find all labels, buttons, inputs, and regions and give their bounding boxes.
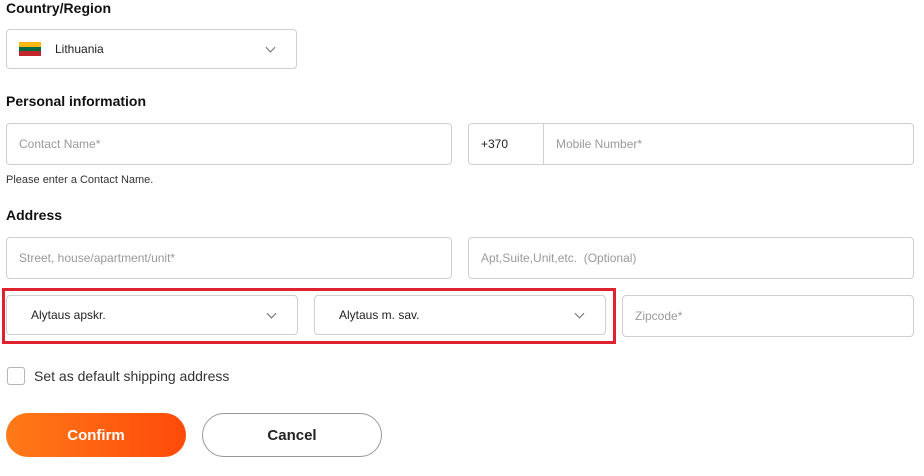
country-select[interactable]: Lithuania [6,29,297,69]
street-placeholder: Street, house/apartment/unit* [19,251,176,265]
mobile-number-input[interactable]: Mobile Number* [544,124,913,164]
default-shipping-label[interactable]: Set as default shipping address [34,367,229,385]
mobile-number-placeholder: Mobile Number* [556,137,643,151]
phone-code-value: +370 [481,137,509,151]
apt-suite-placeholder: Apt,Suite,Unit,etc. (Optional) [481,251,637,265]
chevron-down-icon [265,42,276,53]
contact-name-placeholder: Contact Name* [19,137,101,151]
address-form: Country/Region Lithuania Personal inform… [0,0,924,476]
lithuania-flag-icon [19,42,41,57]
address-heading: Address [6,207,63,223]
phone-field: +370 Mobile Number* [468,123,914,165]
phone-country-code[interactable]: +370 [469,124,544,164]
zipcode-input[interactable]: Zipcode* [622,295,914,337]
apt-suite-input[interactable]: Apt,Suite,Unit,etc. (Optional) [468,237,914,279]
country-region-heading: Country/Region [6,0,111,16]
personal-information-heading: Personal information [6,93,147,109]
highlight-box [2,288,616,344]
street-input[interactable]: Street, house/apartment/unit* [6,237,452,279]
country-selected-value: Lithuania [55,42,104,56]
zipcode-placeholder: Zipcode* [635,309,683,323]
contact-name-input[interactable]: Contact Name* [6,123,452,165]
default-shipping-checkbox[interactable] [7,367,25,385]
cancel-button[interactable]: Cancel [202,413,382,457]
confirm-button[interactable]: Confirm [6,413,186,457]
contact-name-error-hint: Please enter a Contact Name. [6,174,154,186]
